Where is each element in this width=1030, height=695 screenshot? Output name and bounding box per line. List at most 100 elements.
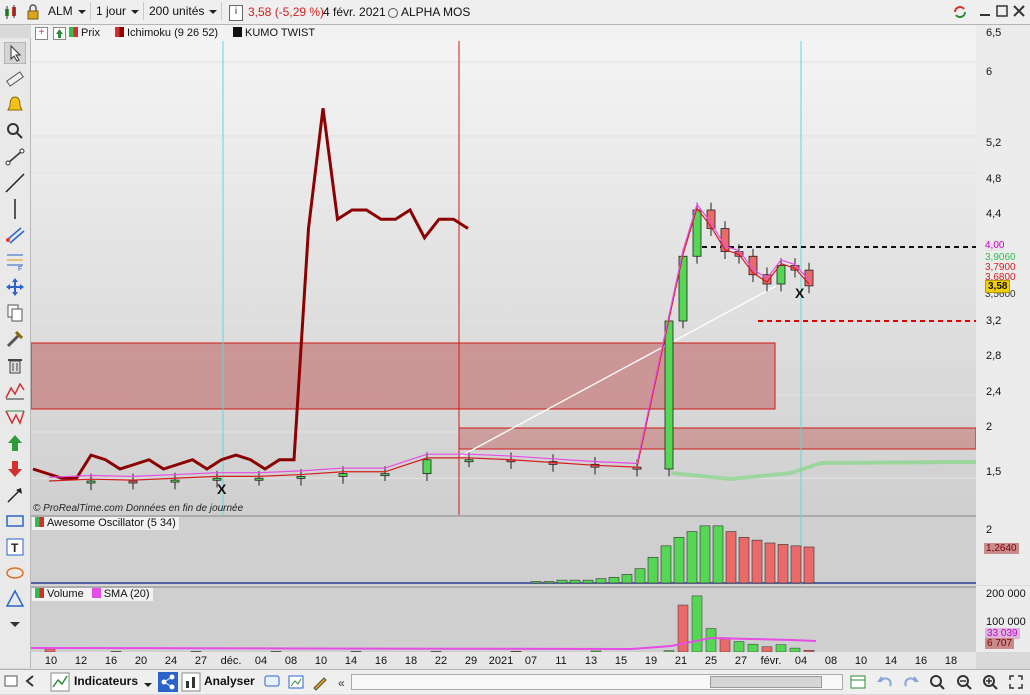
trash-icon[interactable] [4,354,26,376]
bell-icon[interactable] [4,94,26,116]
date-label-18: 13 [584,655,598,667]
indicators-icon[interactable] [50,672,70,692]
triangle-icon[interactable] [4,588,26,610]
volume-chart[interactable] [30,586,976,653]
sell-arrow-icon[interactable] [4,458,26,480]
indicators-button[interactable]: Indicateurs [74,674,138,688]
pattern-icon[interactable] [4,406,26,428]
timeframe-select[interactable]: 1 jour [92,2,145,20]
volume-legend[interactable]: Volume SMA (20) [32,588,153,601]
ao-bar-21 [803,546,815,584]
draw-icon[interactable] [311,673,329,691]
ruler-icon[interactable] [4,68,26,90]
date-label-26: 08 [824,655,838,667]
tools-icon[interactable] [4,328,26,350]
indicators-dropdown-icon[interactable] [144,679,152,691]
fullscreen-icon[interactable] [1007,673,1025,691]
zoom-in-icon[interactable] [981,673,999,691]
candle-6 [296,475,306,479]
date-label-21: 21 [674,655,688,667]
close-icon[interactable] [1012,4,1026,18]
chart-window-icon[interactable] [4,674,18,688]
zoom-reset-icon[interactable] [928,673,946,691]
candle-10 [464,459,474,463]
ellipse-icon[interactable] [4,562,26,584]
line-icon[interactable] [4,172,26,194]
vertical-line-icon[interactable] [4,198,26,220]
segment-icon[interactable] [4,146,26,168]
units-label: 200 unités [149,4,205,18]
window-layout-icon[interactable] [849,673,867,691]
volume-bar-14 [747,643,759,653]
tick-1-5: 1,5 [986,466,1002,478]
zoom-icon[interactable] [4,120,26,142]
price-legend-bar: + Prix Ichimoku (9 26 52) KUMO TWIST [31,25,976,41]
symbol-label: ALM [48,4,73,18]
volume-title: Volume [47,588,84,600]
scroll-left-icon[interactable] [24,674,38,688]
date-axis[interactable]: 10 12 16 20 24 27 déc. 04 08 10 14 16 18 22 29 2021 07 11… [31,652,976,669]
legend-kumo-twist[interactable]: KUMO TWIST [233,26,315,40]
price-axis[interactable]: 6,5 6 5,2 4,8 4,4 3,2 2,8 2,4 2 1,5 4,00… [976,25,1030,515]
symbol-select[interactable]: ALM [44,2,91,20]
resistance-zone-upper [30,342,776,410]
date-label-25: 04 [794,655,808,667]
volume-pane[interactable]: Volume SMA (20) [30,586,976,653]
ao-bar-0 [530,581,542,584]
zoom-out-icon[interactable] [955,673,973,691]
rewind-icon[interactable]: « [338,676,345,690]
share-icon[interactable] [158,672,178,692]
ao-bar-8 [634,568,646,584]
screenshot-icon[interactable] [287,673,305,691]
horizontal-scrollbar[interactable] [351,674,843,690]
units-select[interactable]: 200 unités [145,2,223,20]
lock-icon[interactable] [25,4,41,20]
text-icon[interactable]: T [4,536,26,558]
fibonacci-icon[interactable]: F [4,250,26,273]
tag-4-00: 4,00 [985,240,1005,251]
ao-bar-20 [790,545,802,584]
price-change: 3,58 (-5,29 %) [248,5,325,19]
minimize-icon[interactable] [978,4,992,18]
date-label-2: 16 [104,655,118,667]
cursor-icon[interactable] [3,41,27,65]
date-label-22: 25 [704,655,718,667]
volume-axis: 200 000 100 000 33 039 6 707 [976,586,1030,652]
date-label-7: 04 [254,655,268,667]
candle-8 [380,473,390,477]
rectangle-icon[interactable] [4,510,26,532]
price-chart[interactable]: X X [30,41,977,515]
channel-icon[interactable] [4,224,26,246]
legend-price[interactable]: Prix [69,26,100,40]
oscillator-title[interactable]: Awesome Oscillator (5 34) [32,517,179,530]
sync-icon[interactable] [952,4,968,20]
analyser-button[interactable]: Analyser [204,674,255,688]
date-label-1: 12 [74,655,88,667]
copy-icon[interactable] [4,302,26,324]
chat-icon[interactable] [263,673,281,691]
wave-icon[interactable] [4,380,26,402]
add-icon[interactable]: + [35,27,48,40]
date-label-20: 19 [644,655,658,667]
candle-1 [86,480,96,484]
drawing-toolbar: F T [0,38,31,668]
undo-icon[interactable] [876,673,894,691]
candlestick-icon [3,4,19,20]
maximize-icon[interactable] [995,4,1009,18]
move-icon[interactable] [4,276,26,298]
oscillator-pane[interactable]: Awesome Oscillator (5 34) [31,515,976,585]
analyser-icon[interactable] [181,672,201,692]
arrow-up-icon[interactable] [53,27,66,40]
buy-arrow-icon[interactable] [4,432,26,454]
info-icon[interactable]: i [229,5,243,21]
legend-ichimoku[interactable]: Ichimoku (9 26 52) [115,26,218,40]
more-tools-icon[interactable] [4,614,26,636]
redo-icon[interactable] [902,673,920,691]
price-chart-pane[interactable]: X X © ProRealTime.com Données en fin de … [30,41,977,515]
tick-6: 6 [986,66,993,78]
ao-bar-16 [738,536,750,584]
timeframe-label: 1 jour [96,4,127,18]
date-label-19: 15 [614,655,628,667]
scrollbar-thumb[interactable] [710,676,822,688]
arrow-line-icon[interactable] [4,484,26,506]
